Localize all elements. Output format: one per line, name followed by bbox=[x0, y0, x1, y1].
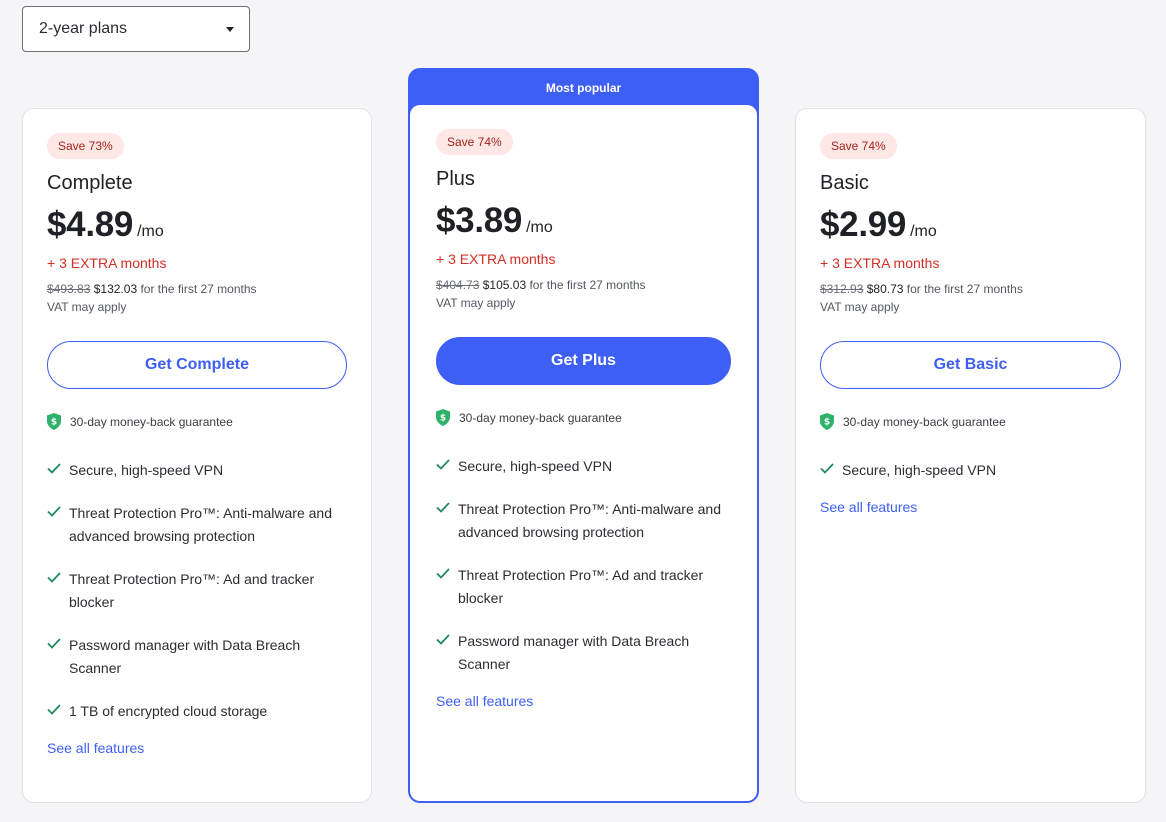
feature-text: Secure, high-speed VPN bbox=[69, 462, 224, 478]
svg-text:$: $ bbox=[440, 414, 446, 424]
see-all-features-link[interactable]: See all features bbox=[47, 740, 347, 756]
original-price: $312.93 bbox=[820, 282, 864, 296]
plan-name: Plus bbox=[436, 168, 475, 190]
plan-card-complete: Save 73% Complete $4.89 /mo + 3 EXTRA mo… bbox=[22, 108, 372, 803]
check-icon bbox=[47, 704, 61, 715]
feature-item: Threat Protection Pro™: Anti-malware and… bbox=[47, 502, 347, 548]
chevron-down-icon bbox=[226, 27, 234, 32]
check-icon bbox=[47, 572, 61, 583]
price-period: /mo bbox=[137, 223, 164, 240]
feature-text: Threat Protection Pro™: Ad and tracker b… bbox=[458, 567, 704, 606]
savings-badge: Save 74% bbox=[820, 133, 897, 159]
extra-months-offer: + 3 EXTRA months bbox=[820, 255, 940, 271]
feature-item: Password manager with Data Breach Scanne… bbox=[436, 630, 731, 676]
vat-note: VAT may apply bbox=[820, 300, 900, 314]
billing-period-value: 2-year plans bbox=[39, 20, 128, 37]
shield-dollar-icon: $ bbox=[820, 413, 834, 430]
monthly-price: $4.89 bbox=[47, 205, 134, 244]
svg-text:$: $ bbox=[824, 418, 830, 428]
vat-note: VAT may apply bbox=[436, 296, 516, 310]
feature-text: Secure, high-speed VPN bbox=[842, 462, 997, 478]
plan-card-plus: Save 74% Plus $3.89 /mo + 3 EXTRA months… bbox=[410, 105, 757, 801]
money-back-guarantee: $ 30-day money-back guarantee bbox=[820, 413, 1121, 430]
billing-term: for the first 27 months bbox=[529, 278, 646, 292]
check-icon bbox=[47, 638, 61, 649]
feature-item: Secure, high-speed VPN bbox=[436, 455, 731, 478]
check-icon bbox=[436, 502, 450, 513]
price-period: /mo bbox=[526, 219, 553, 236]
billing-period-select[interactable]: 2-year plans bbox=[22, 6, 250, 52]
feature-item: Threat Protection Pro™: Anti-malware and… bbox=[436, 498, 731, 544]
money-back-guarantee: $ 30-day money-back guarantee bbox=[47, 413, 347, 430]
check-icon bbox=[47, 506, 61, 517]
plan-card-basic: Save 74% Basic $2.99 /mo + 3 EXTRA month… bbox=[795, 108, 1146, 803]
vat-note: VAT may apply bbox=[47, 300, 127, 314]
see-all-features-link[interactable]: See all features bbox=[820, 499, 1121, 515]
original-price: $404.73 bbox=[436, 278, 480, 292]
billing-term: for the first 27 months bbox=[140, 282, 257, 296]
billing-details: $404.73 $105.03 for the first 27 months … bbox=[436, 276, 731, 312]
feature-list: Secure, high-speed VPN bbox=[820, 459, 1121, 482]
discounted-price: $132.03 bbox=[93, 282, 138, 296]
monthly-price: $3.89 bbox=[436, 201, 523, 240]
shield-dollar-icon: $ bbox=[47, 413, 61, 430]
feature-list: Secure, high-speed VPN Threat Protection… bbox=[47, 459, 347, 723]
extra-months-offer: + 3 EXTRA months bbox=[47, 255, 167, 271]
most-popular-frame: Most popular Save 74% Plus $3.89 /mo + 3… bbox=[408, 68, 759, 803]
shield-dollar-icon: $ bbox=[436, 409, 450, 426]
billing-details: $493.83 $132.03 for the first 27 months … bbox=[47, 280, 347, 316]
feature-item: Threat Protection Pro™: Ad and tracker b… bbox=[47, 568, 347, 614]
get-complete-button[interactable]: Get Complete bbox=[47, 341, 347, 389]
guarantee-text: 30-day money-back guarantee bbox=[70, 414, 233, 429]
guarantee-text: 30-day money-back guarantee bbox=[843, 414, 1006, 429]
feature-text: Password manager with Data Breach Scanne… bbox=[458, 633, 690, 672]
feature-item: Secure, high-speed VPN bbox=[820, 459, 1121, 482]
price-row: $4.89 /mo bbox=[47, 205, 347, 245]
billing-details: $312.93 $80.73 for the first 27 months V… bbox=[820, 280, 1121, 316]
original-price: $493.83 bbox=[47, 282, 91, 296]
feature-text: Secure, high-speed VPN bbox=[458, 458, 613, 474]
feature-item: Password manager with Data Breach Scanne… bbox=[47, 634, 347, 680]
guarantee-text: 30-day money-back guarantee bbox=[459, 410, 622, 425]
savings-badge: Save 74% bbox=[436, 129, 513, 155]
discounted-price: $80.73 bbox=[866, 282, 904, 296]
extra-months-offer: + 3 EXTRA months bbox=[436, 251, 556, 267]
check-icon bbox=[436, 634, 450, 645]
check-icon bbox=[436, 459, 450, 470]
feature-text: 1 TB of encrypted cloud storage bbox=[69, 703, 268, 719]
feature-item: Threat Protection Pro™: Ad and tracker b… bbox=[436, 564, 731, 610]
svg-text:$: $ bbox=[51, 418, 57, 428]
discounted-price: $105.03 bbox=[482, 278, 527, 292]
check-icon bbox=[820, 463, 834, 474]
plan-name: Complete bbox=[47, 172, 133, 194]
get-basic-button[interactable]: Get Basic bbox=[820, 341, 1121, 389]
money-back-guarantee: $ 30-day money-back guarantee bbox=[436, 409, 731, 426]
feature-text: Threat Protection Pro™: Ad and tracker b… bbox=[69, 571, 315, 610]
price-period: /mo bbox=[910, 223, 937, 240]
feature-text: Password manager with Data Breach Scanne… bbox=[69, 637, 301, 676]
get-plus-button[interactable]: Get Plus bbox=[436, 337, 731, 385]
feature-item: 1 TB of encrypted cloud storage bbox=[47, 700, 347, 723]
plan-name: Basic bbox=[820, 172, 869, 194]
most-popular-label: Most popular bbox=[545, 81, 622, 95]
savings-badge: Save 73% bbox=[47, 133, 124, 159]
check-icon bbox=[47, 463, 61, 474]
billing-term: for the first 27 months bbox=[906, 282, 1023, 296]
see-all-features-link[interactable]: See all features bbox=[436, 693, 731, 709]
monthly-price: $2.99 bbox=[820, 205, 907, 244]
price-row: $3.89 /mo bbox=[436, 201, 731, 241]
feature-text: Threat Protection Pro™: Anti-malware and… bbox=[458, 501, 722, 540]
feature-list: Secure, high-speed VPN Threat Protection… bbox=[436, 455, 731, 676]
price-row: $2.99 /mo bbox=[820, 205, 1121, 245]
feature-text: Threat Protection Pro™: Anti-malware and… bbox=[69, 505, 333, 544]
check-icon bbox=[436, 568, 450, 579]
feature-item: Secure, high-speed VPN bbox=[47, 459, 347, 482]
